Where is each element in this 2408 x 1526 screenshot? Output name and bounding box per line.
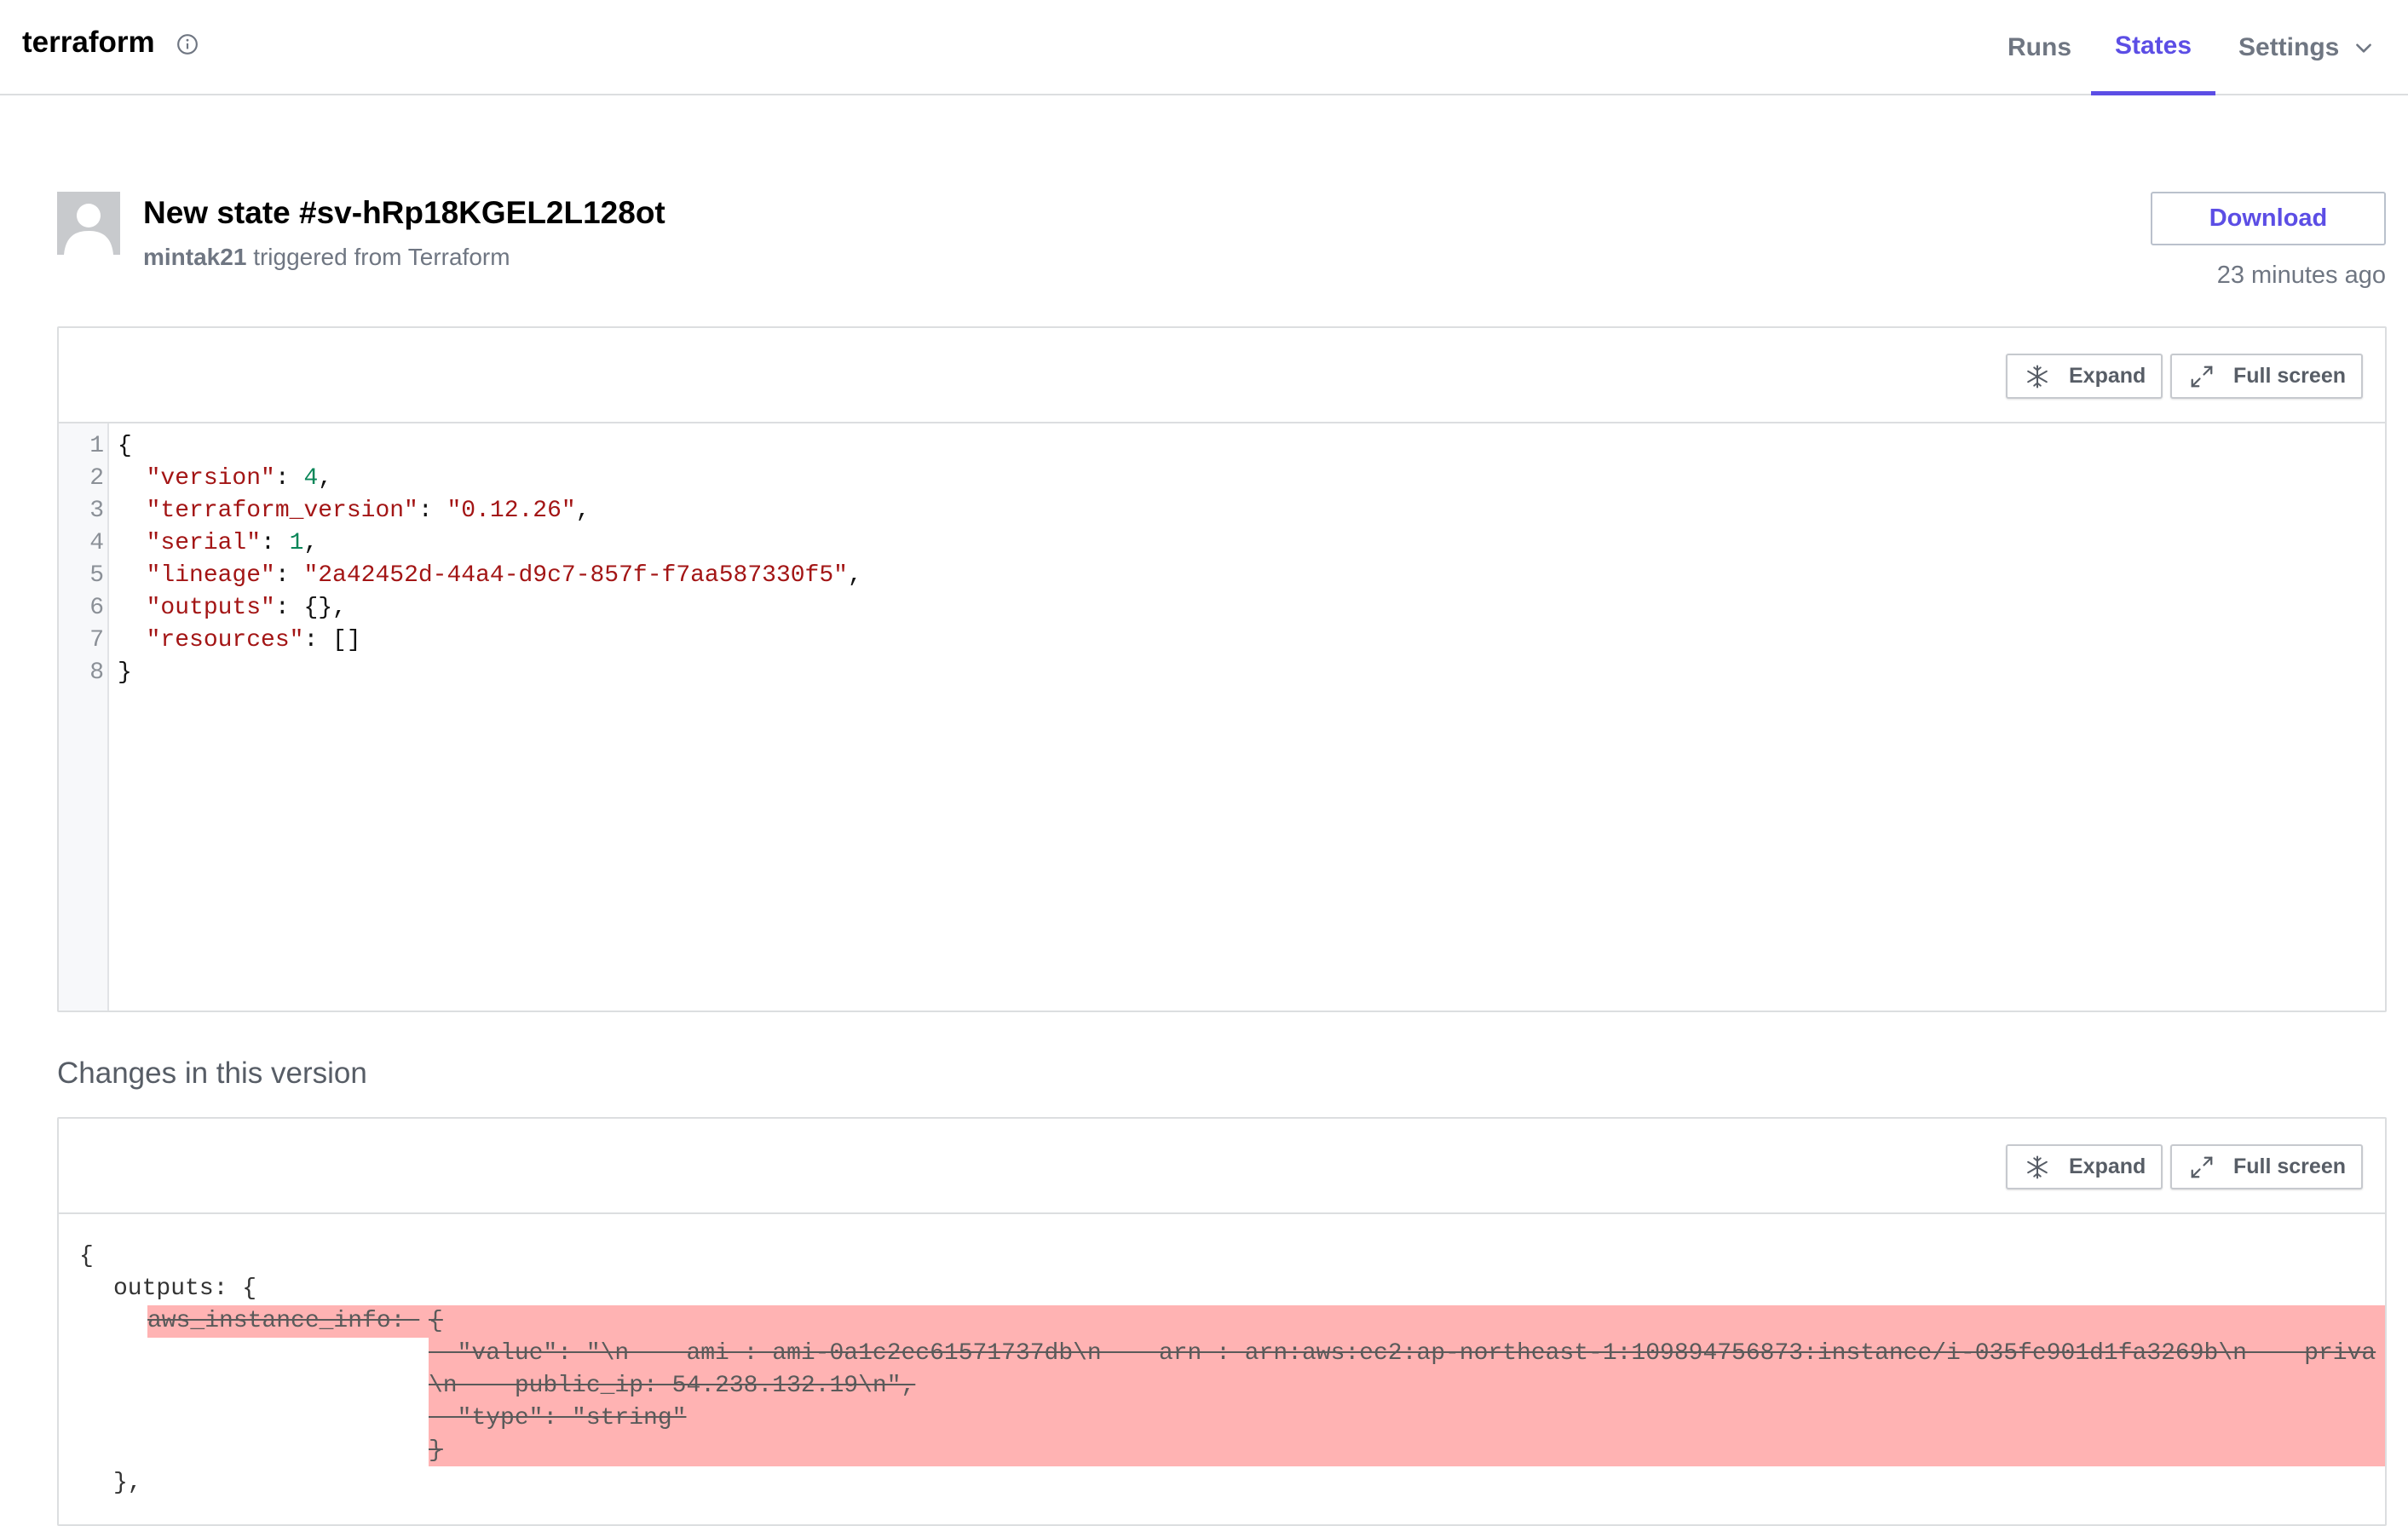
maximize-icon (2191, 366, 2213, 387)
code-line: 1{ (59, 430, 862, 463)
diff-removed-line: } (429, 1437, 443, 1464)
expand-label: Expand (2069, 1155, 2146, 1178)
tab-states[interactable]: States (2091, 0, 2215, 95)
panel-toolbar: Expand Full screen (59, 328, 2385, 423)
diff-line: outputs: { (113, 1276, 257, 1302)
tab-runs[interactable]: Runs (2008, 0, 2071, 95)
timestamp: 23 minutes ago (2216, 262, 2386, 289)
diff-line: { (79, 1243, 94, 1270)
panel-toolbar: Expand Full screen (59, 1119, 2385, 1214)
download-button[interactable]: Download (2151, 192, 2386, 245)
code-text: "version": 4, (146, 465, 333, 492)
diff-removed-line: \n public_ip: 54.238.132.19\n", (429, 1373, 916, 1399)
code-text: { (118, 433, 132, 459)
code-line: 2 "version": 4, (59, 463, 862, 495)
line-number: 2 (89, 465, 104, 492)
state-json-panel: Expand Full screen 1{ 2 "version": 4, 3 … (57, 326, 2387, 1012)
expand-button[interactable]: Expand (2006, 1144, 2163, 1189)
changes-diff-panel: Expand Full screen { outputs: { aws_inst… (57, 1117, 2387, 1526)
diff-removed-key: aws_instance_info: (147, 1308, 420, 1334)
tab-settings[interactable]: Settings (2238, 0, 2375, 95)
code-text: "outputs": {}, (146, 595, 347, 621)
line-number: 4 (89, 530, 104, 556)
diff-view: { outputs: { aws_instance_info: { "value… (59, 1214, 2385, 1524)
line-number: 8 (89, 659, 104, 686)
snowflake-icon (2027, 1155, 2048, 1178)
expand-button[interactable]: Expand (2006, 354, 2163, 399)
diff-removed-line: "type": "string" (429, 1405, 687, 1431)
top-bar: terraform Runs States Settings (0, 0, 2408, 95)
fullscreen-label: Full screen (2233, 1155, 2346, 1178)
code-text: "serial": 1, (146, 530, 319, 556)
code-line: 7 "resources": [] (59, 625, 862, 657)
code-text: "terraform_version": "0.12.26", (146, 498, 590, 524)
line-number: 6 (89, 595, 104, 621)
avatar (57, 192, 120, 255)
code-line: 5 "lineage": "2a42452d-44a4-d9c7-857f-f7… (59, 560, 862, 592)
code-line: 4 "serial": 1, (59, 527, 862, 560)
line-number: 7 (89, 627, 104, 654)
code-line: 8} (59, 657, 862, 689)
line-number: 5 (89, 562, 104, 589)
diff-removed-line: { (429, 1308, 443, 1334)
workspace-title[interactable]: terraform (22, 26, 155, 60)
tab-settings-label: Settings (2238, 33, 2340, 61)
user-link[interactable]: mintak21 (143, 244, 246, 270)
info-icon[interactable] (176, 33, 199, 55)
trigger-text: triggered from Terraform (253, 244, 510, 270)
code-text: } (118, 659, 132, 686)
snowflake-icon (2027, 365, 2048, 388)
code-view: 1{ 2 "version": 4, 3 "terraform_version"… (59, 430, 862, 689)
fullscreen-label: Full screen (2233, 364, 2346, 388)
expand-label: Expand (2069, 364, 2146, 388)
code-line: 3 "terraform_version": "0.12.26", (59, 495, 862, 527)
diff-line: }, (113, 1470, 142, 1496)
changes-section-title: Changes in this version (57, 1057, 367, 1090)
maximize-icon (2191, 1156, 2213, 1178)
fullscreen-button[interactable]: Full screen (2170, 1144, 2363, 1189)
chevron-down-icon (2356, 43, 2372, 53)
line-number: 1 (89, 433, 104, 459)
user-placeholder-icon (57, 192, 120, 255)
state-meta: mintak21 triggered from Terraform (143, 244, 510, 271)
state-title: New state #sv-hRp18KGEL2L128ot (143, 195, 665, 230)
code-line: 6 "outputs": {}, (59, 592, 862, 625)
diff-removed-line: "value": "\n ami : ami-0a1c2ec61571737db… (429, 1340, 2376, 1367)
line-number: 3 (89, 498, 104, 524)
code-text: "resources": [] (146, 627, 361, 654)
code-text: "lineage": "2a42452d-44a4-d9c7-857f-f7aa… (146, 562, 862, 589)
fullscreen-button[interactable]: Full screen (2170, 354, 2363, 399)
